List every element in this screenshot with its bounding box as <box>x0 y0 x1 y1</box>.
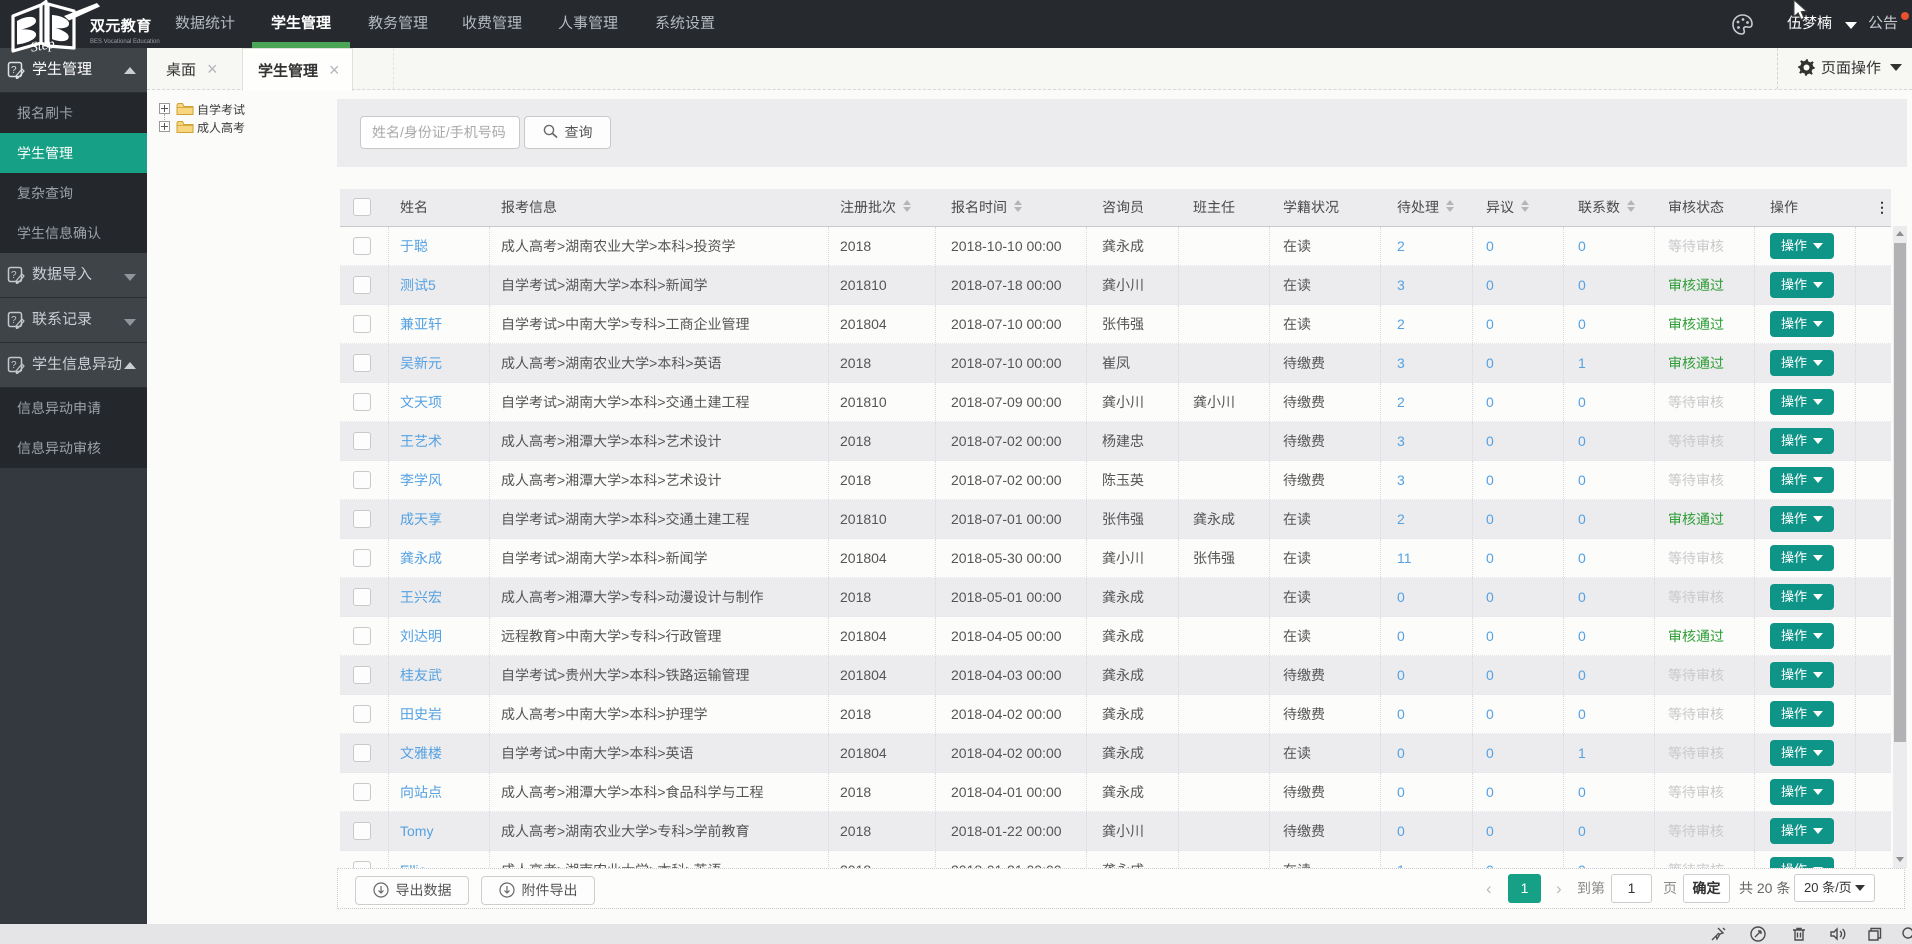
svg-text:?: ? <box>11 315 17 326</box>
svg-text:?: ? <box>11 270 17 281</box>
svg-text:Step: Step <box>30 37 56 54</box>
svg-text:?: ? <box>11 65 17 76</box>
svg-text:?: ? <box>11 360 17 371</box>
